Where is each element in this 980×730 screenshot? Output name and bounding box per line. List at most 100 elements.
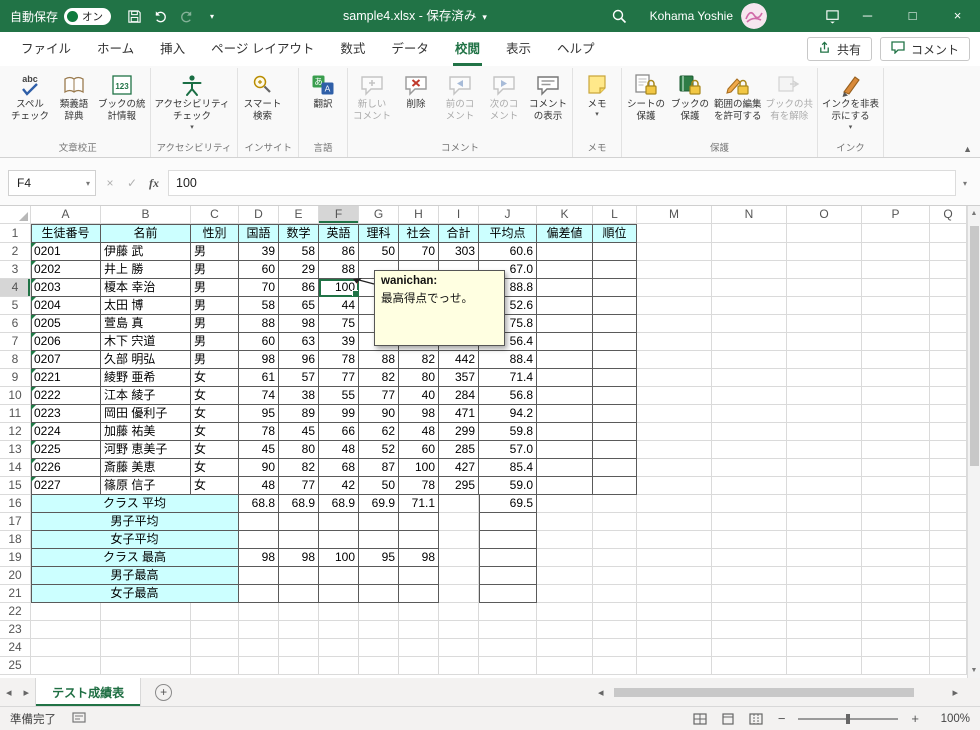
cell-K16[interactable]: [537, 495, 593, 513]
row-header-14[interactable]: 14: [0, 459, 31, 477]
cell-G12[interactable]: 62: [359, 423, 399, 441]
cell-K8[interactable]: [537, 351, 593, 369]
cell-G11[interactable]: 90: [359, 405, 399, 423]
cell-M12[interactable]: [637, 423, 712, 441]
col-header-Q[interactable]: Q: [930, 206, 967, 224]
cell-E4[interactable]: 86: [279, 279, 319, 297]
cell-L16[interactable]: [593, 495, 637, 513]
cell-L23[interactable]: [593, 621, 637, 639]
cell-A24[interactable]: [31, 639, 101, 657]
cell-P10[interactable]: [862, 387, 930, 405]
cell-C10[interactable]: 女: [191, 387, 239, 405]
row-header-6[interactable]: 6: [0, 315, 31, 333]
cell-J9[interactable]: 71.4: [479, 369, 537, 387]
cell-Q5[interactable]: [930, 297, 967, 315]
cell-A2[interactable]: 0201: [31, 243, 101, 261]
row-header-18[interactable]: 18: [0, 531, 31, 549]
cell-F18[interactable]: [319, 531, 359, 549]
cell-N23[interactable]: [712, 621, 787, 639]
row-header-19[interactable]: 19: [0, 549, 31, 567]
cell-E3[interactable]: 29: [279, 261, 319, 279]
add-sheet-button[interactable]: +: [155, 684, 172, 701]
cell-G21[interactable]: [359, 585, 399, 603]
cell-O4[interactable]: [787, 279, 862, 297]
row-header-25[interactable]: 25: [0, 657, 31, 675]
cell-A7[interactable]: 0206: [31, 333, 101, 351]
cell-L8[interactable]: [593, 351, 637, 369]
cell-H11[interactable]: 98: [399, 405, 439, 423]
cell-N7[interactable]: [712, 333, 787, 351]
cell-D5[interactable]: 58: [239, 297, 279, 315]
cell-I21[interactable]: [439, 585, 479, 603]
cell-N19[interactable]: [712, 549, 787, 567]
cell-L4[interactable]: [593, 279, 637, 297]
row-header-8[interactable]: 8: [0, 351, 31, 369]
collapse-ribbon-icon[interactable]: ▲: [963, 144, 972, 154]
cell-B10[interactable]: 江本 綾子: [101, 387, 191, 405]
horizontal-scroll-thumb[interactable]: [614, 688, 914, 697]
cell-L17[interactable]: [593, 513, 637, 531]
cell-C9[interactable]: 女: [191, 369, 239, 387]
accessibility-status-icon[interactable]: [72, 712, 86, 725]
row-header-22[interactable]: 22: [0, 603, 31, 621]
cell-O14[interactable]: [787, 459, 862, 477]
cell-J8[interactable]: 88.4: [479, 351, 537, 369]
vertical-scrollbar[interactable]: ▲ ▼: [967, 206, 980, 678]
col-header-N[interactable]: N: [712, 206, 787, 224]
cell-N10[interactable]: [712, 387, 787, 405]
user-name[interactable]: Kohama Yoshie: [650, 9, 733, 23]
cell-L10[interactable]: [593, 387, 637, 405]
cell-E7[interactable]: 63: [279, 333, 319, 351]
cell-F14[interactable]: 68: [319, 459, 359, 477]
cell-A16[interactable]: クラス 平均: [31, 495, 239, 513]
cell-J2[interactable]: 60.6: [479, 243, 537, 261]
cell-E25[interactable]: [279, 657, 319, 675]
cell-P5[interactable]: [862, 297, 930, 315]
row-header-13[interactable]: 13: [0, 441, 31, 459]
cell-C4[interactable]: 男: [191, 279, 239, 297]
cell-G20[interactable]: [359, 567, 399, 585]
cell-L21[interactable]: [593, 585, 637, 603]
cell-M20[interactable]: [637, 567, 712, 585]
cell-K7[interactable]: [537, 333, 593, 351]
cell-D9[interactable]: 61: [239, 369, 279, 387]
cell-Q20[interactable]: [930, 567, 967, 585]
cell-A21[interactable]: 女子最高: [31, 585, 239, 603]
cell-E24[interactable]: [279, 639, 319, 657]
cell-G2[interactable]: 50: [359, 243, 399, 261]
cell-F15[interactable]: 42: [319, 477, 359, 495]
cell-F13[interactable]: 48: [319, 441, 359, 459]
cell-B14[interactable]: 斎藤 美恵: [101, 459, 191, 477]
cell-P25[interactable]: [862, 657, 930, 675]
cell-P8[interactable]: [862, 351, 930, 369]
cell-O17[interactable]: [787, 513, 862, 531]
cell-C5[interactable]: 男: [191, 297, 239, 315]
cell-I15[interactable]: 295: [439, 477, 479, 495]
cell-D15[interactable]: 48: [239, 477, 279, 495]
cell-H19[interactable]: 98: [399, 549, 439, 567]
cell-O3[interactable]: [787, 261, 862, 279]
cell-E15[interactable]: 77: [279, 477, 319, 495]
cell-L18[interactable]: [593, 531, 637, 549]
cell-H18[interactable]: [399, 531, 439, 549]
cell-C14[interactable]: 女: [191, 459, 239, 477]
col-header-L[interactable]: L: [593, 206, 637, 224]
cell-N9[interactable]: [712, 369, 787, 387]
cell-C25[interactable]: [191, 657, 239, 675]
cell-D18[interactable]: [239, 531, 279, 549]
row-header-21[interactable]: 21: [0, 585, 31, 603]
minimize-button[interactable]: ─: [845, 0, 890, 32]
cell-J13[interactable]: 57.0: [479, 441, 537, 459]
cell-N14[interactable]: [712, 459, 787, 477]
cell-M19[interactable]: [637, 549, 712, 567]
cell-L25[interactable]: [593, 657, 637, 675]
cell-K19[interactable]: [537, 549, 593, 567]
ribbon-tab-3[interactable]: ページ レイアウト: [198, 33, 327, 66]
cell-H14[interactable]: 100: [399, 459, 439, 477]
cell-G22[interactable]: [359, 603, 399, 621]
autosave-toggle[interactable]: 自動保存 オン: [10, 8, 111, 25]
cell-D13[interactable]: 45: [239, 441, 279, 459]
zoom-slider-knob[interactable]: [846, 714, 850, 724]
cell-N24[interactable]: [712, 639, 787, 657]
cell-B2[interactable]: 伊藤 武: [101, 243, 191, 261]
